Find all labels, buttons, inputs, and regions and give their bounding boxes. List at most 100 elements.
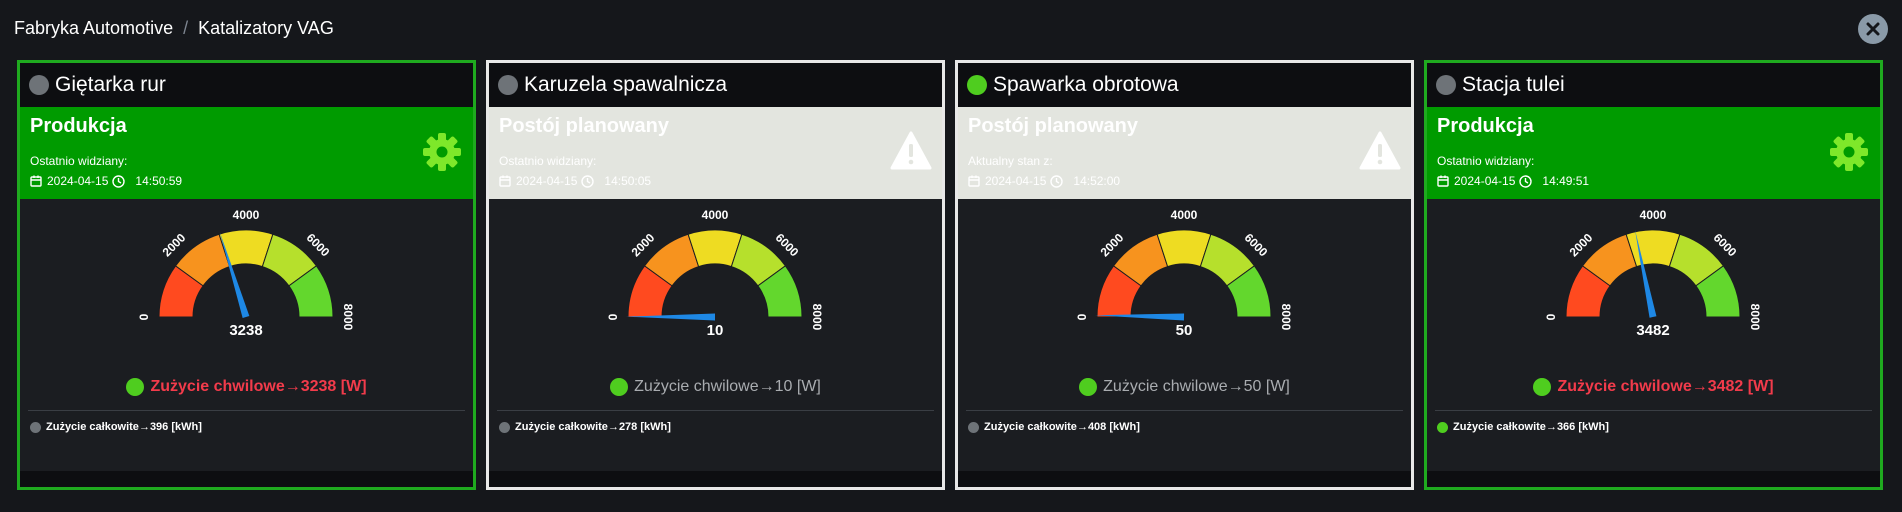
status-time: 14:50:59	[135, 174, 183, 188]
total-dot-icon	[968, 421, 979, 433]
status-datetime: 2024-04-15 14:50:59	[30, 174, 463, 188]
gauge-value-label: 3238	[229, 322, 262, 339]
gauge-tick-label: 0	[137, 313, 151, 320]
card-title: Stacja tulei	[1462, 73, 1565, 96]
status-dot-icon	[498, 75, 518, 95]
machine-card[interactable]: Giętarka rur Produkcja Ostatnio widziany…	[17, 60, 476, 490]
status-label: Ostatnio widziany:	[1437, 154, 1535, 168]
metric-dot-icon	[1079, 378, 1098, 396]
status-date: 2024-04-15	[985, 174, 1047, 188]
power-gauge: 0 2000 4000 6000 8000 3482	[1427, 199, 1880, 364]
metric-label: Zużycie chwilowe	[150, 378, 285, 395]
close-button[interactable]	[1858, 14, 1888, 44]
total-label: Zużycie całkowite	[46, 421, 139, 433]
total-arrow: →	[1076, 421, 1088, 433]
power-gauge: 0 2000 4000 6000 8000 3238	[20, 199, 473, 364]
calendar-icon	[968, 175, 980, 187]
gear-icon	[423, 133, 461, 171]
status-dot-icon	[29, 75, 49, 95]
card-header: Karuzela spawalnicza	[489, 63, 942, 107]
gauge-tick-label: 8000	[1748, 304, 1762, 331]
divider	[1435, 410, 1872, 411]
close-icon	[1866, 22, 1880, 36]
metric-value: 3238 [W]	[300, 378, 367, 395]
gauge-tick-label: 8000	[810, 304, 824, 331]
total-energy: Zużycie całkowite → 278 [kWh]	[499, 421, 671, 433]
gauge-tick-label: 0	[1075, 313, 1089, 320]
status-datetime: 2024-04-15 14:49:51	[1437, 174, 1870, 188]
metric-value: 50 [W]	[1243, 378, 1290, 395]
total-arrow: →	[1545, 421, 1557, 433]
total-value: 366 [kWh]	[1556, 421, 1609, 433]
warning-icon	[890, 131, 932, 170]
machine-card[interactable]: Stacja tulei Produkcja Ostatnio widziany…	[1424, 60, 1883, 490]
gauge-tick-label: 8000	[341, 304, 355, 331]
gauge-value-label: 3482	[1636, 322, 1669, 339]
gauge-tick-label: 4000	[233, 208, 260, 222]
status-dot-icon	[967, 75, 987, 95]
total-energy: Zużycie całkowite → 366 [kWh]	[1437, 421, 1609, 433]
status-title: Produkcja	[30, 115, 127, 137]
total-value: 278 [kWh]	[618, 421, 671, 433]
total-label: Zużycie całkowite	[515, 421, 608, 433]
card-header: Spawarka obrotowa	[958, 63, 1411, 107]
instant-power: Zużycie chwilowe → 10 [W]	[489, 364, 942, 410]
status-date: 2024-04-15	[47, 174, 109, 188]
gauge-tick-label: 8000	[1279, 304, 1293, 331]
metric-value: 10 [W]	[774, 378, 821, 395]
total-value: 408 [kWh]	[1087, 421, 1140, 433]
divider	[497, 410, 934, 411]
status-panel: Postój planowany Ostatnio widziany: 2024…	[489, 107, 942, 199]
total-arrow: →	[607, 421, 619, 433]
status-datetime: 2024-04-15 14:52:00	[968, 174, 1401, 188]
gauge-tick-label: 4000	[1640, 208, 1667, 222]
gauge-tick-label: 0	[1544, 313, 1558, 320]
metric-dot-icon	[610, 378, 629, 396]
machine-card[interactable]: Karuzela spawalnicza Postój planowany Os…	[486, 60, 945, 490]
status-time: 14:49:51	[1542, 174, 1590, 188]
metric-label: Zużycie chwilowe	[1103, 378, 1228, 395]
machine-cards: Giętarka rur Produkcja Ostatnio widziany…	[17, 60, 1885, 492]
status-title: Postój planowany	[968, 115, 1139, 137]
status-panel: Produkcja Ostatnio widziany: 2024-04-15 …	[20, 107, 473, 199]
clock-icon	[1050, 174, 1064, 188]
clock-icon	[112, 174, 126, 188]
total-label: Zużycie całkowite	[984, 421, 1077, 433]
gauge-tick-label: 0	[606, 313, 620, 320]
card-footer: Zużycie całkowite → 396 [kWh]	[20, 410, 473, 471]
instant-power: Zużycie chwilowe → 50 [W]	[958, 364, 1411, 410]
total-dot-icon	[1437, 421, 1448, 433]
card-title: Spawarka obrotowa	[993, 73, 1179, 96]
gauge-value-label: 10	[707, 322, 724, 339]
status-date: 2024-04-15	[516, 174, 578, 188]
breadcrumb-current: Katalizatory VAG	[198, 18, 334, 38]
card-header: Stacja tulei	[1427, 63, 1880, 107]
card-title: Karuzela spawalnicza	[524, 73, 728, 96]
total-energy: Zużycie całkowite → 408 [kWh]	[968, 421, 1140, 433]
status-label: Aktualny stan z:	[968, 154, 1053, 168]
total-label: Zużycie całkowite	[1453, 421, 1546, 433]
clock-icon	[1519, 174, 1533, 188]
divider	[28, 410, 465, 411]
card-title: Giętarka rur	[55, 73, 166, 96]
total-energy: Zużycie całkowite → 396 [kWh]	[30, 421, 202, 433]
metric-arrow: →	[1227, 378, 1244, 395]
metric-arrow: →	[758, 378, 775, 395]
card-footer: Zużycie całkowite → 408 [kWh]	[958, 410, 1411, 471]
breadcrumb-root[interactable]: Fabryka Automotive	[14, 18, 173, 39]
status-title: Produkcja	[1437, 115, 1534, 137]
card-header: Giętarka rur	[20, 63, 473, 107]
warning-icon	[1359, 131, 1401, 170]
status-time: 14:52:00	[1073, 174, 1121, 188]
calendar-icon	[1437, 175, 1449, 187]
gear-icon	[1830, 133, 1868, 171]
breadcrumb: Fabryka Automotive / Katalizatory VAG	[14, 18, 334, 39]
status-label: Ostatnio widziany:	[499, 154, 597, 168]
card-footer: Zużycie całkowite → 278 [kWh]	[489, 410, 942, 471]
metric-arrow: →	[284, 378, 301, 395]
machine-card[interactable]: Spawarka obrotowa Postój planowany Aktua…	[955, 60, 1414, 490]
breadcrumb-separator: /	[183, 18, 189, 38]
status-label: Ostatnio widziany:	[30, 154, 128, 168]
metric-dot-icon	[1533, 378, 1552, 396]
calendar-icon	[30, 175, 42, 187]
